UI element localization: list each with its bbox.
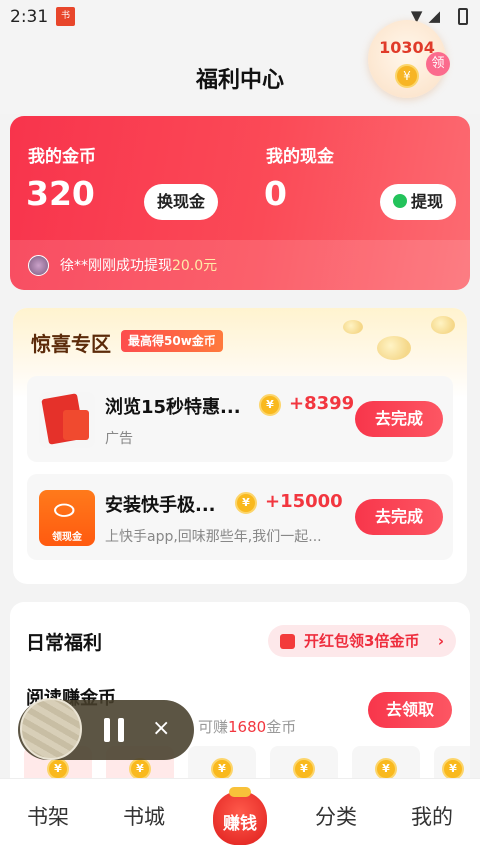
- complete-task-button[interactable]: 去完成: [355, 401, 443, 437]
- task-title: 安装快手极...: [105, 495, 216, 516]
- chevron-right-icon: ›: [437, 632, 444, 650]
- floating-audio-player[interactable]: ×: [18, 698, 194, 760]
- withdraw-button[interactable]: 提现: [380, 184, 456, 220]
- ticker-message: 徐**刚刚成功提现: [60, 258, 172, 274]
- complete-task-button[interactable]: 去完成: [355, 499, 443, 535]
- claim-button[interactable]: 去领取: [368, 692, 452, 728]
- task-card[interactable]: ⬭ 领现金 安装快手极... ¥ +15000 上快手app,回味那些年,我们一…: [27, 474, 453, 560]
- read-sub-suffix: 金币: [266, 718, 297, 736]
- status-time: 2:31: [10, 7, 49, 27]
- decorative-coin-icon: [377, 336, 411, 360]
- pause-icon[interactable]: [104, 718, 126, 742]
- task-title: 浏览15秒特惠...: [105, 397, 241, 418]
- kuaishou-app-icon: ⬭ 领现金: [39, 490, 95, 546]
- coin-icon: ¥: [47, 758, 69, 780]
- exchange-cash-button[interactable]: 换现金: [144, 184, 218, 220]
- battery-icon: [458, 8, 468, 25]
- coin-icon: ¥: [129, 758, 151, 780]
- wechat-icon: [392, 194, 407, 208]
- tab-bookstore[interactable]: 书城: [104, 801, 184, 831]
- coin-icon: ¥: [235, 492, 257, 514]
- withdraw-label: 提现: [410, 192, 443, 211]
- daily-title: 日常福利: [26, 632, 103, 654]
- claim-tag[interactable]: 领: [426, 52, 450, 76]
- app-notification-icon: 书: [56, 7, 75, 26]
- wallet-card: 我的金币 320 换现金 我的现金 0 提现 徐**刚刚成功提现20.0元: [10, 116, 470, 290]
- earn-label: 赚钱: [223, 814, 257, 834]
- red-packet-promo-button[interactable]: 开红包领3倍金币 ›: [268, 625, 456, 657]
- tab-earn[interactable]: 赚钱: [207, 787, 273, 847]
- decorative-coin-icon: [343, 320, 363, 334]
- close-icon[interactable]: ×: [152, 716, 170, 741]
- max-reward-badge: 最高得50w金币: [121, 330, 223, 352]
- surprise-title: 惊喜专区: [31, 332, 111, 356]
- task-reward: +8399: [289, 393, 355, 414]
- coin-icon: ¥: [395, 64, 419, 88]
- coin-icon: ¥: [293, 758, 315, 780]
- promo-label: 开红包领3倍金币: [304, 632, 420, 650]
- coin-icon: ¥: [211, 758, 233, 780]
- kuaishou-logo-icon: ⬭: [54, 496, 75, 524]
- task-reward: +15000: [265, 491, 343, 512]
- red-packet-icon: [280, 634, 295, 649]
- tab-bookshelf[interactable]: 书架: [8, 801, 88, 831]
- task-subtitle: 广告: [105, 431, 133, 447]
- bottom-tab-bar: 书架 书城 赚钱 分类 我的: [0, 778, 480, 853]
- red-envelope-icon: [39, 392, 95, 448]
- coin-icon: ¥: [259, 394, 281, 416]
- surprise-zone: 惊喜专区 最高得50w金币 浏览15秒特惠... ¥ +8399 广告 去完成 …: [13, 308, 467, 584]
- book-cover[interactable]: [20, 698, 82, 760]
- task-card[interactable]: 浏览15秒特惠... ¥ +8399 广告 去完成: [27, 376, 453, 462]
- read-sub-prefix: 可赚: [198, 718, 229, 736]
- tab-category[interactable]: 分类: [296, 801, 376, 831]
- read-sub-amount: 1680: [228, 718, 267, 736]
- coin-icon: ¥: [375, 758, 397, 780]
- cash-value: 0: [264, 174, 287, 213]
- coin-icon: ¥: [442, 758, 464, 780]
- tab-mine[interactable]: 我的: [392, 801, 472, 831]
- read-earn-subtitle: 可赚1680金币: [198, 716, 296, 737]
- ticker-amount: 20.0元: [172, 258, 218, 274]
- coins-value: 320: [26, 174, 95, 213]
- coins-label: 我的金币: [28, 147, 96, 167]
- avatar: [28, 255, 49, 276]
- decorative-coin-icon: [431, 316, 455, 334]
- withdraw-ticker: 徐**刚刚成功提现20.0元: [10, 240, 470, 290]
- ticker-text: 徐**刚刚成功提现20.0元: [60, 255, 217, 275]
- cash-label: 我的现金: [266, 147, 334, 167]
- thumb-tag: 领现金: [52, 532, 82, 543]
- money-bag-knot: [229, 787, 251, 797]
- task-subtitle: 上快手app,回味那些年,我们一起...: [105, 529, 322, 545]
